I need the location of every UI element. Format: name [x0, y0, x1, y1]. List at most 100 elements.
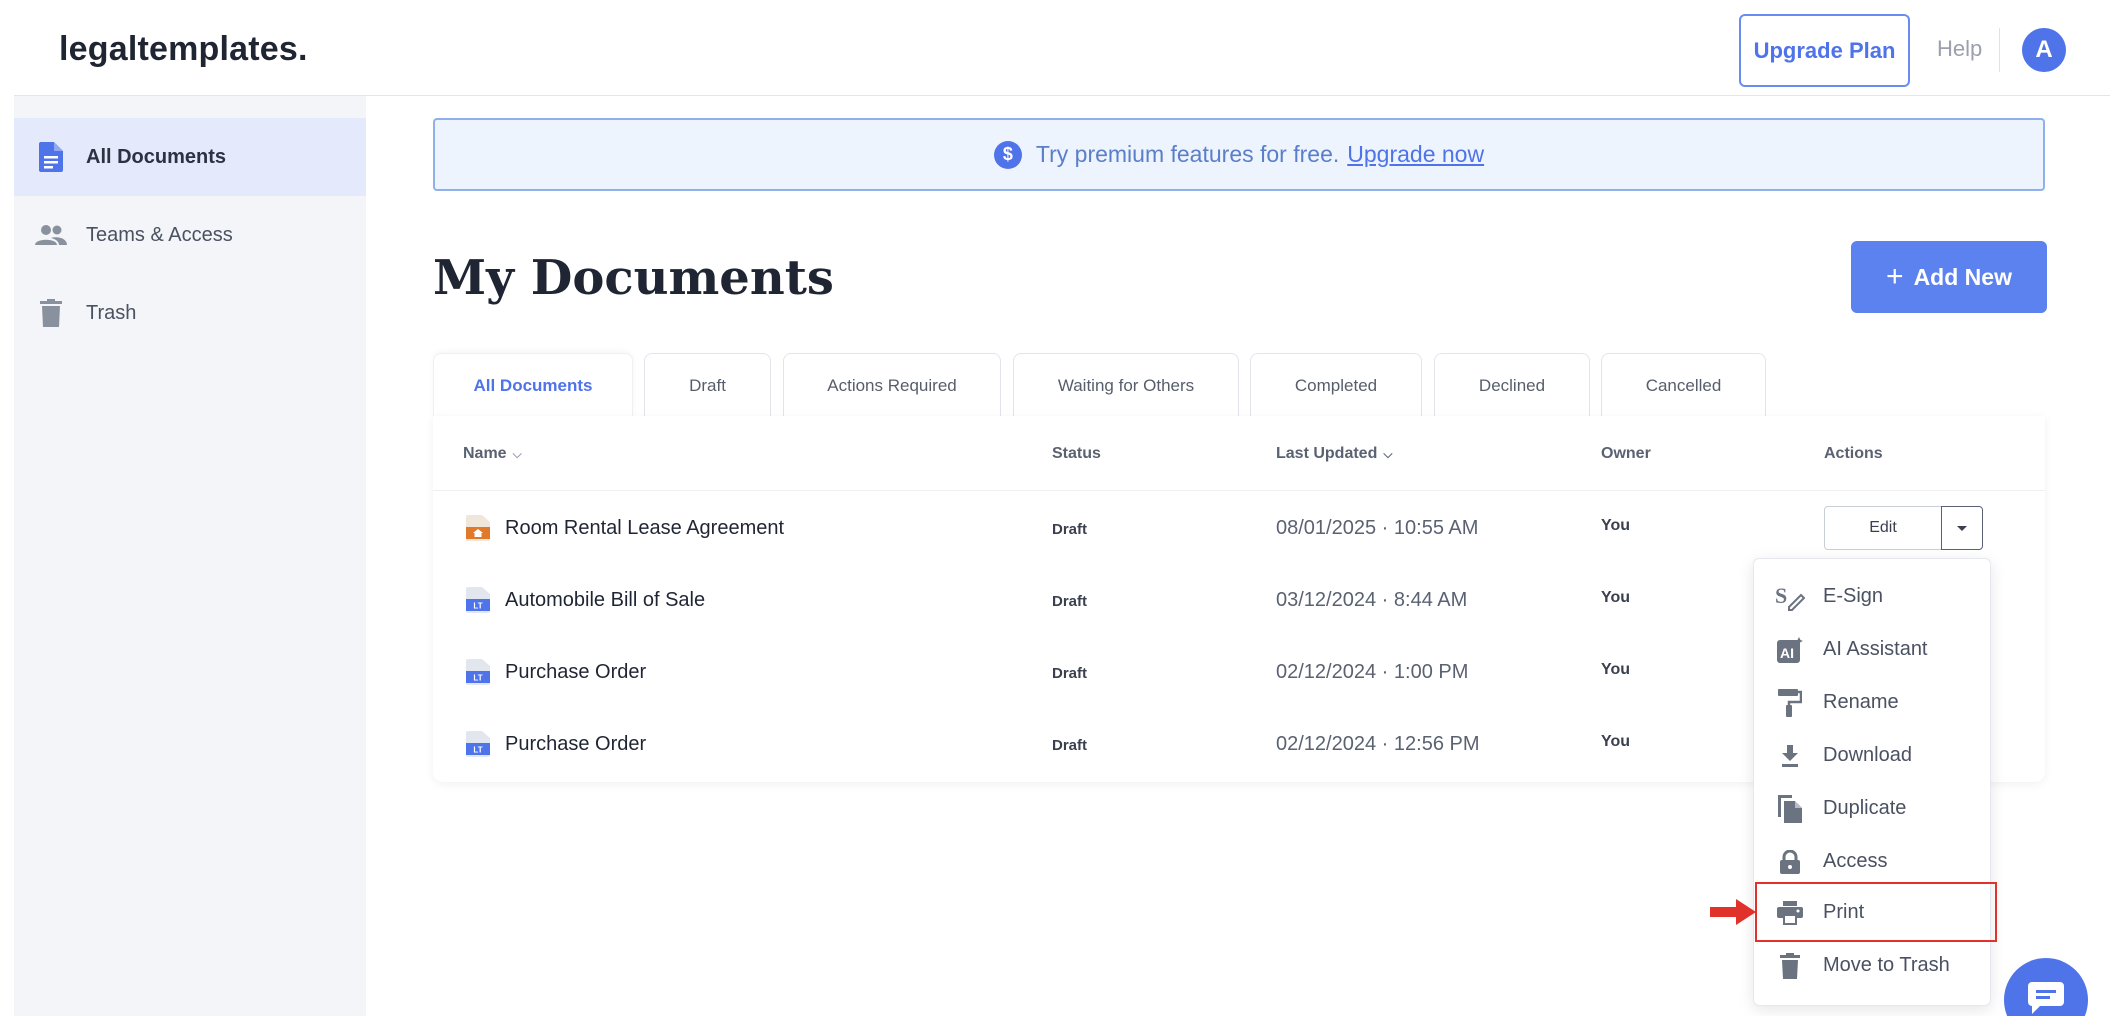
esign-icon: S — [1775, 582, 1805, 612]
plus-icon: + — [1886, 260, 1904, 293]
duplicate-icon — [1775, 794, 1805, 824]
svg-text:LT: LT — [473, 674, 482, 683]
print-highlight-box — [1755, 882, 1997, 942]
chat-icon — [2028, 982, 2064, 1014]
lock-icon — [1775, 847, 1805, 877]
owner-value: You — [1601, 661, 1631, 678]
svg-text:AI: AI — [1780, 645, 1794, 661]
time-text: 1:00 PM — [1393, 661, 1469, 683]
time-text: 8:44 AM — [1393, 589, 1468, 611]
download-icon — [1775, 741, 1805, 771]
red-arrow-annotation-icon — [1710, 899, 1756, 925]
document-icon — [34, 140, 68, 174]
avatar[interactable]: A — [2022, 28, 2066, 72]
house-document-icon — [466, 515, 490, 541]
date-text: 02/12/2024 — [1276, 733, 1377, 755]
tab-actions-required[interactable]: Actions Required — [783, 353, 1001, 417]
caret-down-icon — [1957, 525, 1967, 531]
document-name-link[interactable]: Room Rental Lease Agreement — [505, 517, 784, 540]
app-logo[interactable]: legaltemplates. — [59, 30, 308, 69]
menu-item-label: Download — [1823, 744, 1912, 766]
column-header-status: Status — [1052, 445, 1101, 462]
owner-value: You — [1601, 517, 1631, 534]
column-header-actions: Actions — [1824, 445, 1883, 462]
document-name-link[interactable]: Purchase Order — [505, 733, 646, 756]
lt-document-icon: LT — [466, 587, 490, 613]
dollar-circle-icon: $ — [993, 140, 1022, 169]
svg-text:LT: LT — [473, 602, 482, 611]
sidebar-item-trash[interactable]: Trash — [14, 274, 366, 352]
date-text: 02/12/2024 — [1276, 661, 1377, 683]
tab-cancelled[interactable]: Cancelled — [1601, 353, 1766, 417]
edit-button[interactable]: Edit — [1824, 506, 1942, 550]
premium-banner: $ Try premium features for free. Upgrade… — [433, 118, 2045, 191]
upgrade-plan-button[interactable]: Upgrade Plan — [1739, 14, 1910, 87]
last-updated-value: 08/01/2025 · 10:55 AM — [1276, 517, 1479, 539]
menu-item-duplicate[interactable]: Duplicate — [1753, 782, 1991, 835]
tab-all-documents[interactable]: All Documents — [433, 353, 633, 417]
column-header-name[interactable]: Name ⌵ — [463, 445, 522, 463]
menu-item-label: Move to Trash — [1823, 954, 1950, 976]
menu-item-label: Rename — [1823, 691, 1899, 713]
chat-support-button[interactable] — [2004, 958, 2088, 1016]
menu-item-label: Access — [1823, 850, 1888, 872]
tab-draft[interactable]: Draft — [644, 353, 771, 417]
actions-dropdown-toggle[interactable] — [1941, 506, 1983, 550]
last-updated-value: 03/12/2024 · 8:44 AM — [1276, 589, 1468, 611]
menu-item-download[interactable]: Download — [1753, 729, 1991, 782]
tab-declined[interactable]: Declined — [1434, 353, 1590, 417]
chevron-down-icon: ⌵ — [1383, 447, 1393, 461]
sidebar-item-label: Teams & Access — [86, 223, 233, 246]
menu-item-access[interactable]: Access — [1753, 835, 1991, 888]
status-badge: Draft — [1052, 737, 1088, 754]
sidebar-item-label: Trash — [86, 301, 137, 324]
menu-item-ai-assistant[interactable]: AI AI Assistant — [1753, 623, 1991, 676]
people-icon — [34, 218, 68, 252]
sidebar-item-all-documents[interactable]: All Documents — [14, 118, 366, 196]
column-label: Last Updated — [1276, 445, 1378, 462]
add-new-label: Add New — [1913, 263, 2012, 290]
status-badge: Draft — [1052, 521, 1088, 538]
add-new-button[interactable]: + Add New — [1851, 241, 2047, 313]
top-header: legaltemplates. Upgrade Plan Help A — [14, 0, 2110, 96]
last-updated-value: 02/12/2024 · 12:56 PM — [1276, 733, 1480, 755]
time-text: 12:56 PM — [1393, 733, 1480, 755]
last-updated-value: 02/12/2024 · 1:00 PM — [1276, 661, 1469, 683]
paint-roller-icon — [1775, 688, 1805, 718]
date-text: 08/01/2025 — [1276, 517, 1377, 539]
page-title: My Documents — [433, 250, 834, 306]
status-badge: Draft — [1052, 593, 1088, 610]
sidebar-item-teams-access[interactable]: Teams & Access — [14, 196, 366, 274]
chevron-down-icon: ⌵ — [512, 447, 522, 461]
help-link[interactable]: Help — [1937, 36, 1982, 62]
column-header-last-updated[interactable]: Last Updated ⌵ — [1276, 445, 1392, 463]
lt-document-icon: LT — [466, 659, 490, 685]
menu-item-label: E-Sign — [1823, 585, 1884, 607]
header-divider-line — [433, 490, 2045, 491]
lt-document-icon: LT — [466, 731, 490, 757]
menu-item-label: AI Assistant — [1823, 638, 1928, 660]
tab-completed[interactable]: Completed — [1250, 353, 1422, 417]
svg-text:S: S — [1775, 583, 1787, 608]
trash-icon — [1775, 951, 1805, 981]
column-label: Name — [463, 445, 507, 462]
ai-assistant-icon: AI — [1775, 635, 1805, 665]
column-header-owner: Owner — [1601, 445, 1651, 462]
document-name-link[interactable]: Purchase Order — [505, 661, 646, 684]
date-text: 03/12/2024 — [1276, 589, 1377, 611]
menu-item-label: Duplicate — [1823, 797, 1907, 819]
owner-value: You — [1601, 733, 1631, 750]
upgrade-now-link[interactable]: Upgrade now — [1347, 141, 1484, 168]
status-badge: Draft — [1052, 665, 1088, 682]
sidebar-item-label: All Documents — [86, 145, 227, 168]
menu-item-esign[interactable]: S E-Sign — [1753, 570, 1991, 623]
menu-item-move-to-trash[interactable]: Move to Trash — [1753, 939, 1991, 992]
menu-item-rename[interactable]: Rename — [1753, 676, 1991, 729]
owner-value: You — [1601, 589, 1631, 606]
time-text: 10:55 AM — [1393, 517, 1479, 539]
document-name-link[interactable]: Automobile Bill of Sale — [505, 589, 705, 612]
header-divider — [1999, 28, 2000, 72]
banner-text: Try premium features for free. — [1035, 141, 1340, 167]
svg-text:LT: LT — [473, 746, 482, 755]
tab-waiting-for-others[interactable]: Waiting for Others — [1013, 353, 1239, 417]
